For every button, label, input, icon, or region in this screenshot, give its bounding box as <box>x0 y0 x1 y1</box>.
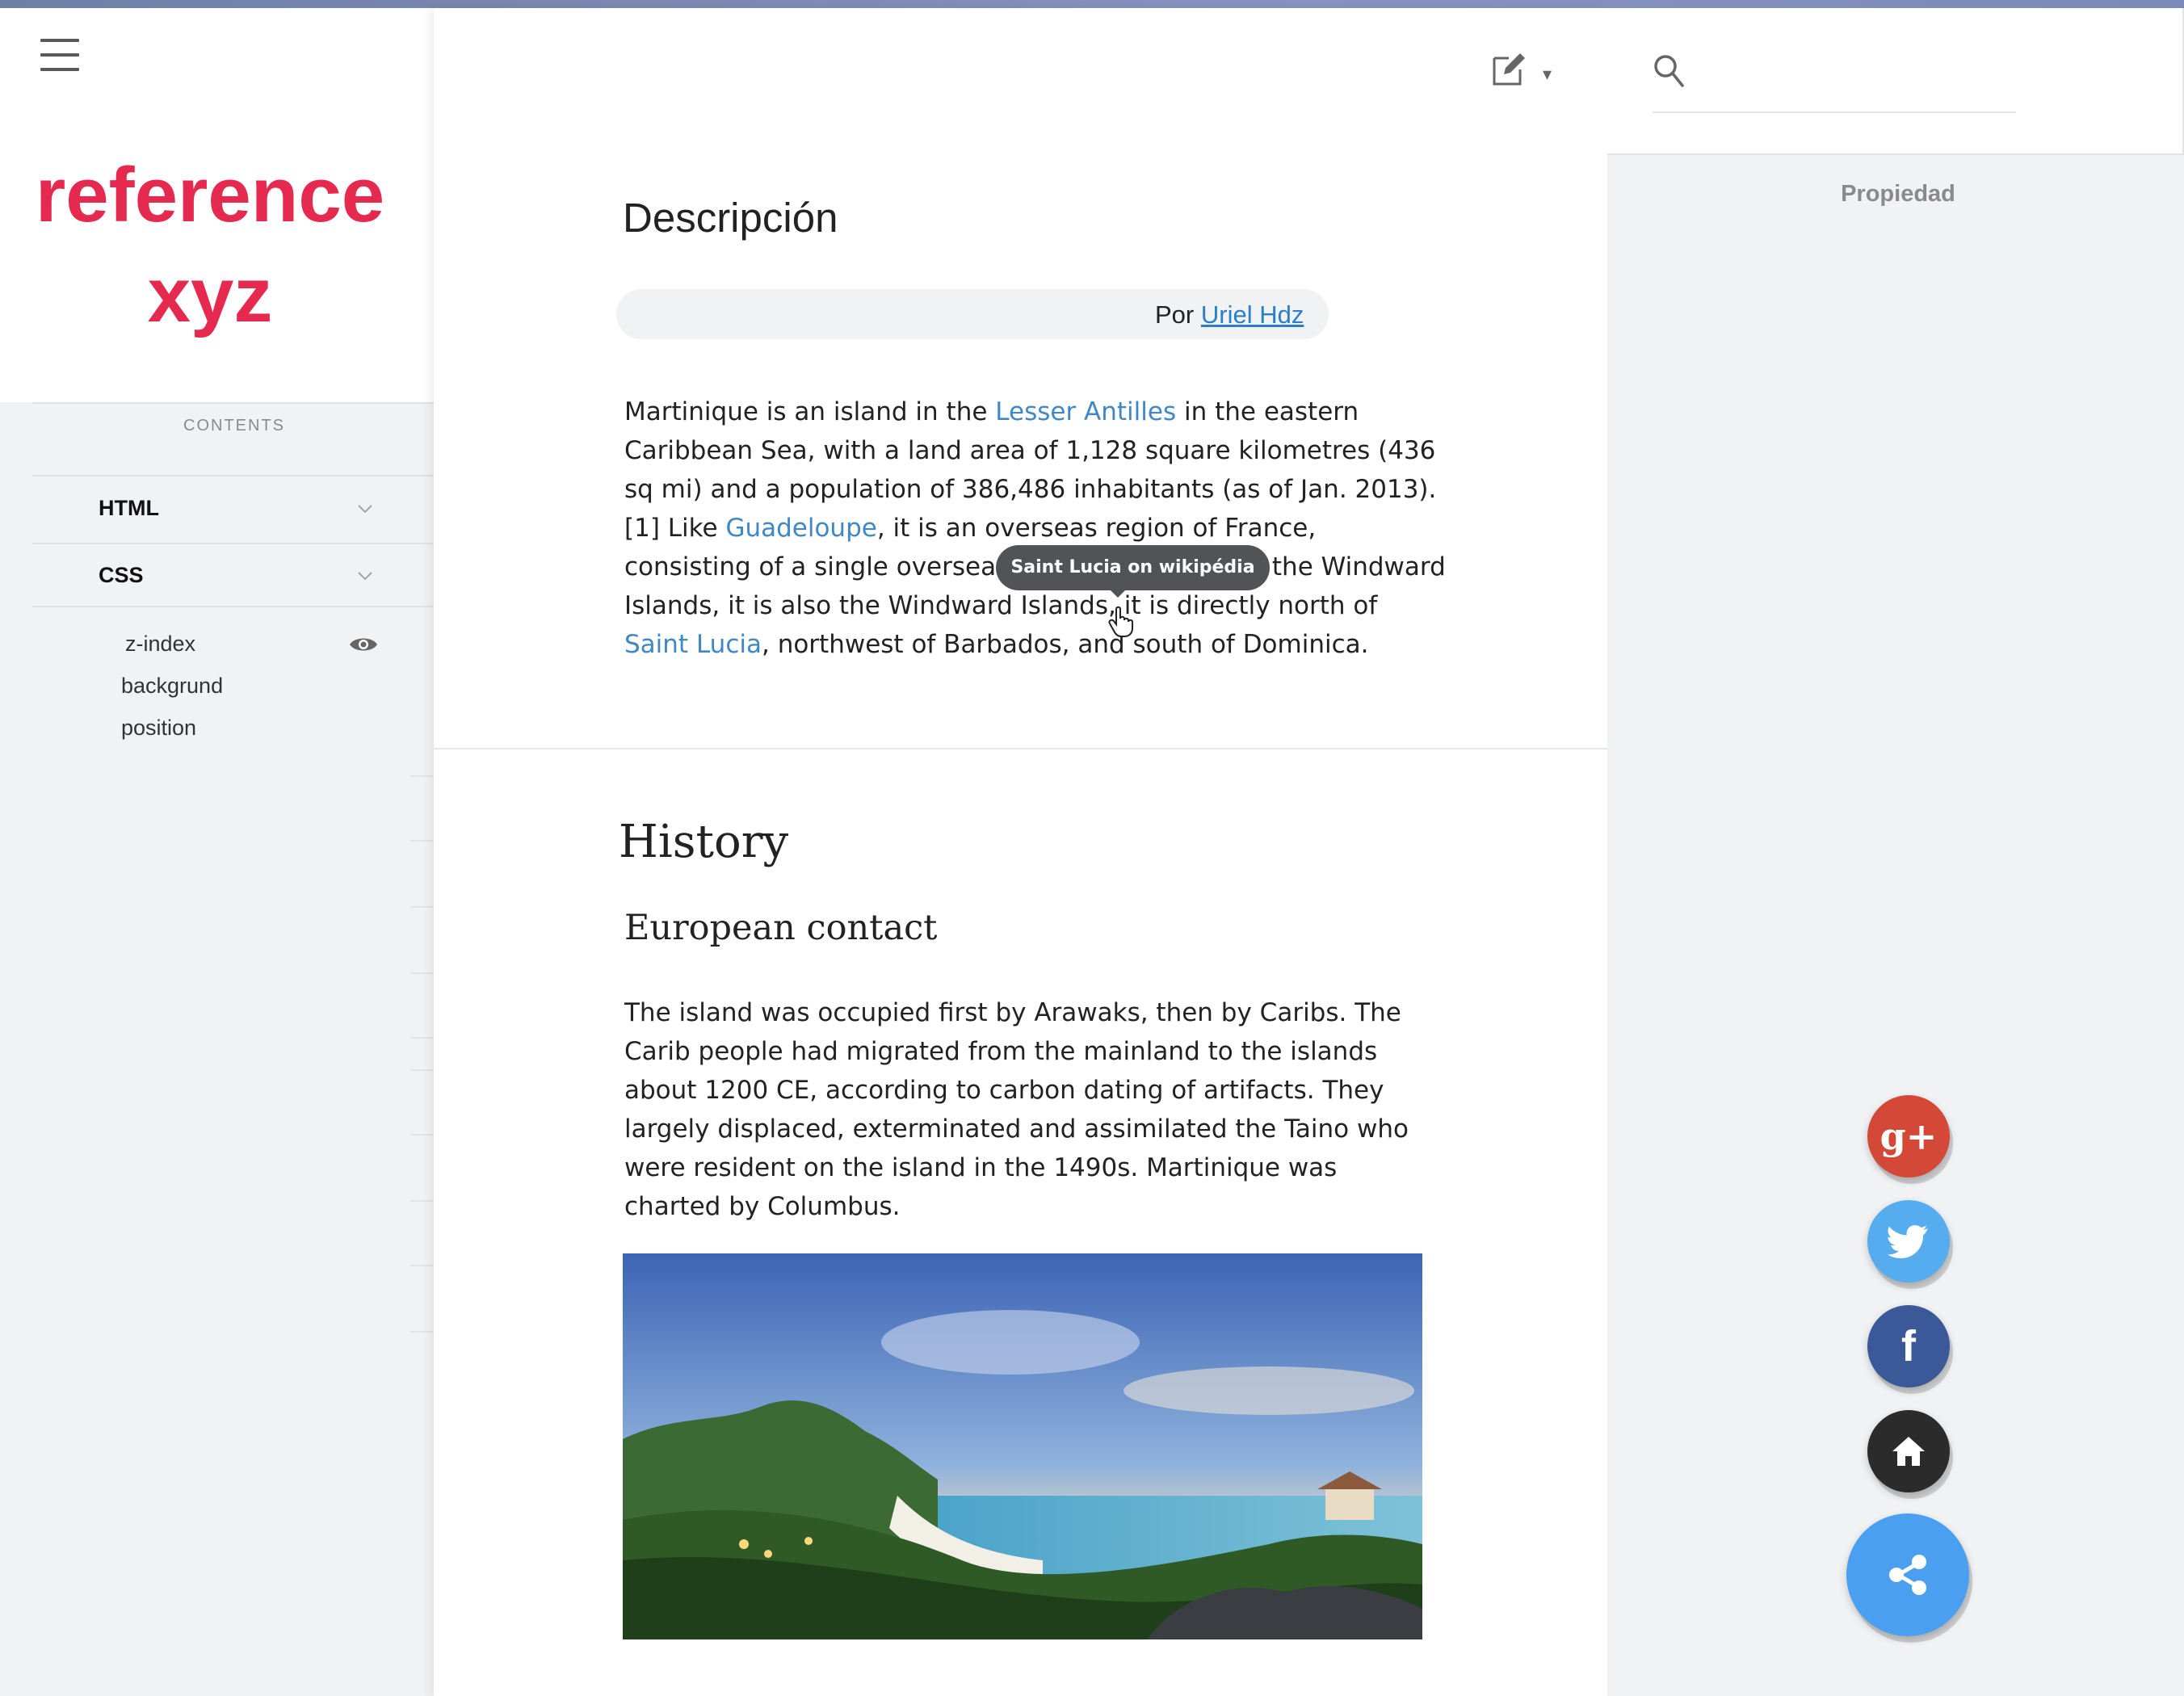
twitter-button[interactable] <box>1867 1200 1950 1282</box>
share-button[interactable] <box>1846 1513 1969 1636</box>
tooltip-arrow <box>1110 590 1126 598</box>
share-icon <box>1889 1555 1926 1595</box>
author-link[interactable]: Uriel Hdz <box>1201 300 1304 329</box>
chevron-down-icon <box>358 572 372 581</box>
paragraph-text: Martinique is an island in the <box>624 397 996 426</box>
european-contact-heading: European contact <box>624 908 938 948</box>
search-input[interactable] <box>1701 52 2019 94</box>
logo-line1: reference <box>35 152 385 238</box>
toc-item-html[interactable]: HTML <box>32 478 434 543</box>
top-accent-bar <box>0 0 2184 8</box>
toc-item-label: HTML <box>99 496 159 520</box>
link-saint-lucia[interactable]: Saint Lucia <box>624 630 762 659</box>
link-guadeloupe[interactable]: Guadeloupe <box>725 514 876 543</box>
search-underline <box>1653 111 2016 113</box>
chevron-down-icon <box>358 505 372 514</box>
toc-subitem-position[interactable]: position <box>121 716 196 741</box>
logo[interactable]: reference xyz <box>0 145 420 346</box>
google-plus-button[interactable]: g+ <box>1867 1095 1950 1178</box>
search-icon[interactable] <box>1653 53 1685 89</box>
property-label: Propiedad <box>1841 181 1955 207</box>
description-heading: Descripción <box>623 195 838 241</box>
toc-item-label: CSS <box>99 563 144 587</box>
link-lesser-antilles[interactable]: Lesser Antilles <box>995 397 1176 426</box>
eye-icon[interactable] <box>349 635 378 654</box>
toc-subitem-backgrund[interactable]: backgrund <box>121 674 223 699</box>
facebook-icon: f <box>1901 1322 1916 1371</box>
google-plus-icon: g+ <box>1880 1115 1938 1158</box>
link-tooltip: Saint Lucia on wikipédia <box>996 545 1270 590</box>
paragraph-text: , northwest of Barbados, and south of Do… <box>761 630 1369 659</box>
hand-cursor-icon <box>1108 606 1133 637</box>
sidebar-divider <box>32 606 434 607</box>
facebook-button[interactable]: f <box>1867 1305 1950 1387</box>
island-photo <box>623 1253 1422 1639</box>
edit-dropdown-caret[interactable]: ▾ <box>1543 65 1552 85</box>
home-button[interactable] <box>1867 1410 1950 1492</box>
logo-line2: xyz <box>147 252 273 338</box>
author-byline: Por Uriel Hdz <box>1155 300 1304 330</box>
home-icon <box>1892 1437 1925 1466</box>
toc-item-css[interactable]: CSS <box>32 545 434 610</box>
description-paragraph: Martinique is an island in the Lesser An… <box>624 393 1448 664</box>
menu-icon[interactable] <box>40 39 79 71</box>
history-heading: History <box>619 816 789 868</box>
sidebar-divider <box>32 543 434 544</box>
contents-label: CONTENTS <box>183 417 285 434</box>
sidebar-divider <box>32 402 434 404</box>
edit-icon[interactable] <box>1489 50 1528 89</box>
author-prefix: Por <box>1155 300 1195 329</box>
section-divider <box>434 748 1607 749</box>
toc-subitem-z-index[interactable]: z-index <box>125 632 195 657</box>
twitter-icon <box>1888 1225 1928 1258</box>
sidebar-divider <box>32 475 434 476</box>
history-paragraph: The island was occupied first by Arawaks… <box>624 998 1409 1221</box>
